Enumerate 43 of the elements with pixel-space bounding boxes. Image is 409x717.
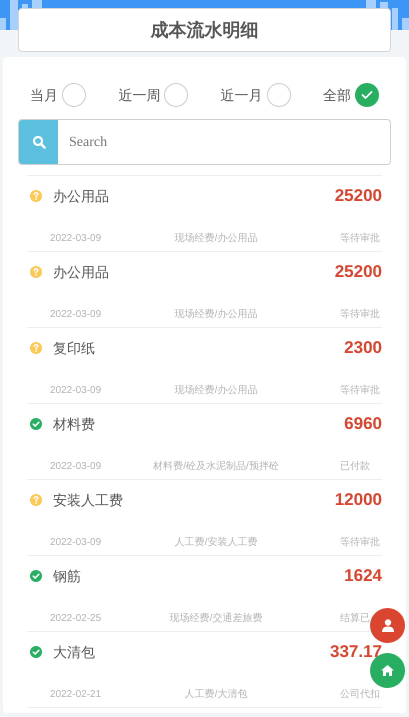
date: 2022-03-09 xyxy=(50,460,102,474)
date: 2022-02-25 xyxy=(50,612,102,626)
filter-option[interactable]: 近一月 xyxy=(220,83,291,107)
date: 2022-03-09 xyxy=(50,308,102,322)
status: 等待审批 xyxy=(340,384,381,398)
amount: 337.17 xyxy=(330,641,382,664)
amount: 6960 xyxy=(344,413,382,436)
amount: 2300 xyxy=(344,337,382,360)
filter-option[interactable]: 近一周 xyxy=(118,83,188,107)
status: 等待审批 xyxy=(340,308,381,322)
amount: 25200 xyxy=(334,185,382,208)
amount: 12000 xyxy=(334,489,382,512)
category: 现场经费/办公用品 xyxy=(174,384,258,398)
amount: 25200 xyxy=(334,261,382,284)
item-name: 大清包 xyxy=(53,642,95,662)
item-name: 安装人工费 xyxy=(53,490,123,510)
date: 2022-03-09 xyxy=(50,384,102,398)
status: 等待审批 xyxy=(340,232,381,246)
filter-option[interactable]: 当月 xyxy=(30,83,86,107)
category: 现场经费/交通差旅费 xyxy=(168,612,264,626)
search-icon[interactable] xyxy=(19,120,58,164)
item-name: 办公用品 xyxy=(53,186,109,206)
home-icon xyxy=(381,665,394,676)
status: 结算已 xyxy=(340,612,371,626)
item-name: 办公用品 xyxy=(53,262,109,282)
status: 已付款 xyxy=(340,460,371,474)
category: 材料费/砼及水泥制品/预拌砼 xyxy=(152,460,280,474)
item-name: 复印纸 xyxy=(53,338,95,358)
filter-option[interactable]: 全部 xyxy=(322,83,379,107)
date: 2022-03-09 xyxy=(50,232,102,246)
amount: 1624 xyxy=(344,565,382,588)
date: 2022-02-21 xyxy=(50,688,102,702)
category: 人工费/大清包 xyxy=(184,688,248,702)
category: 现场经费/办公用品 xyxy=(174,232,258,246)
title-card: 成本流水明细 xyxy=(18,8,391,52)
user-icon xyxy=(382,619,394,632)
status: 公司代扣 xyxy=(340,688,381,702)
category: 现场经费/办公用品 xyxy=(174,308,258,322)
status: 等待审批 xyxy=(340,536,381,550)
category: 人工费/安装人工费 xyxy=(174,536,258,550)
item-name: 钢筋 xyxy=(53,566,81,586)
date: 2022-03-09 xyxy=(50,536,102,550)
item-name: 材料费 xyxy=(53,414,95,434)
